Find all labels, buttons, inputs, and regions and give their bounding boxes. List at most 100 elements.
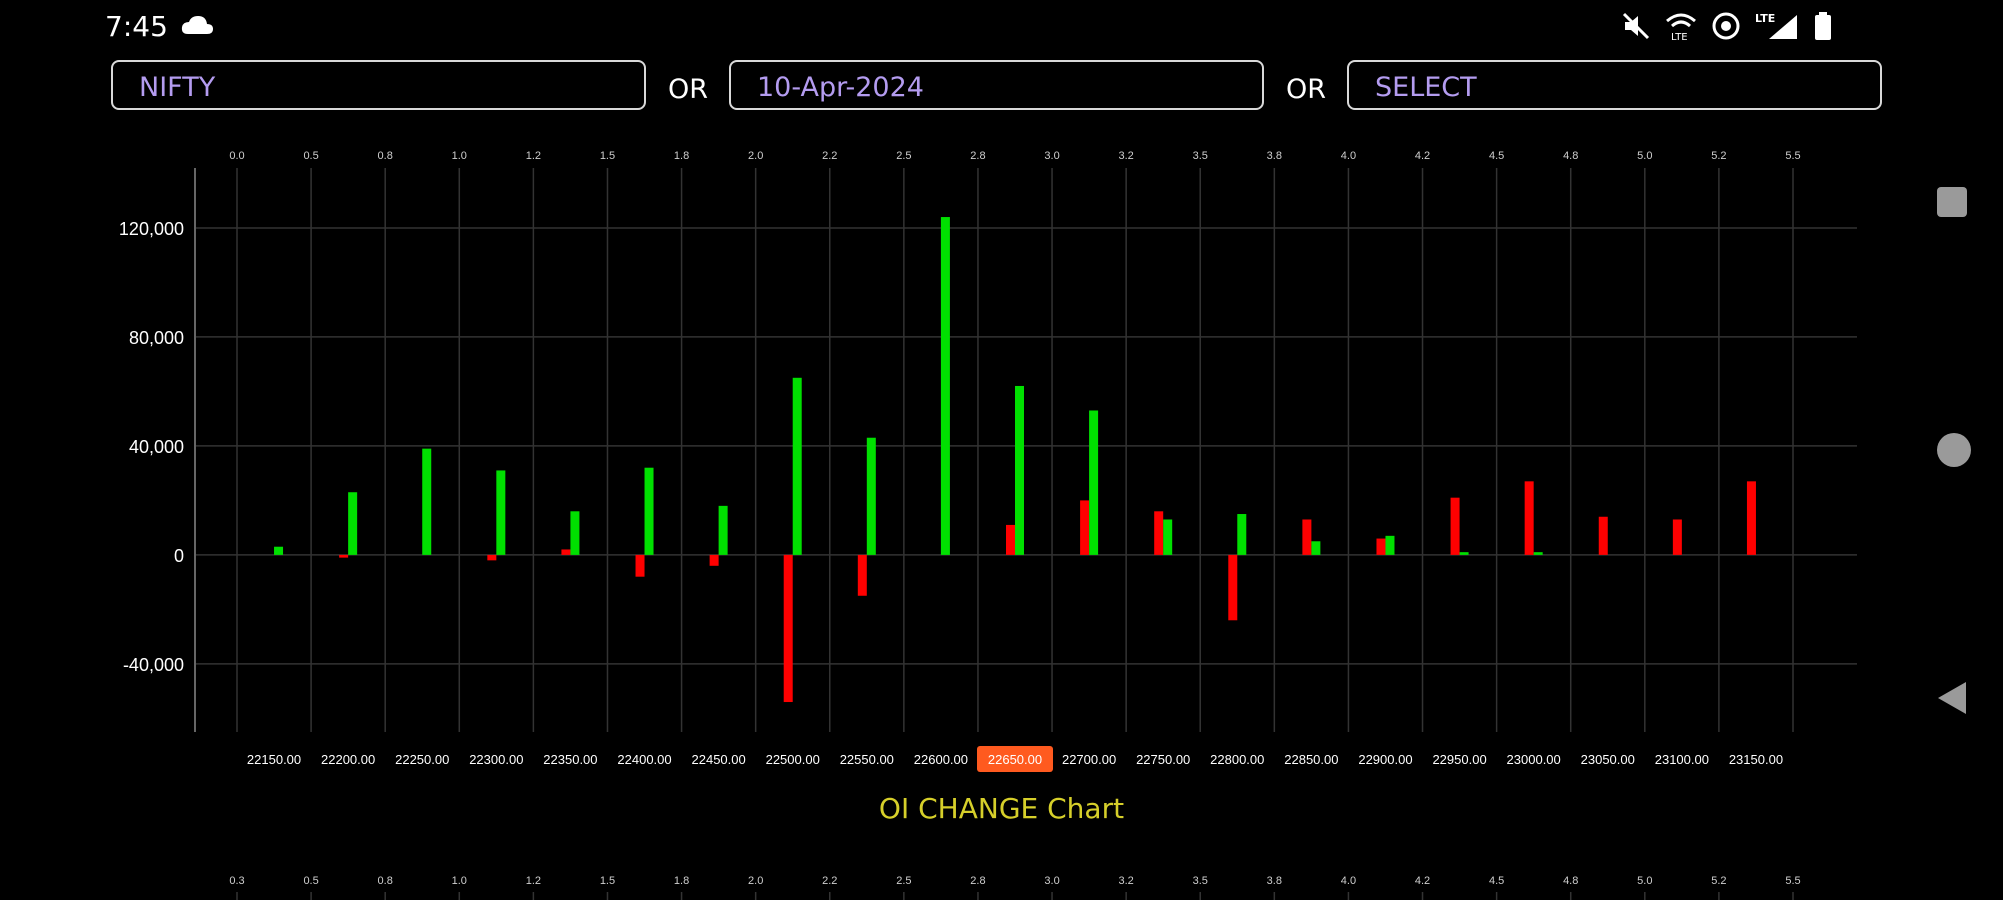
x-tick-label: 22550.00 [840, 752, 894, 767]
call-oi-bar [1385, 535, 1395, 555]
bottom-tick-label: 1.8 [674, 875, 689, 887]
call-oi-bar [422, 448, 432, 555]
top-tick-label: 4.2 [1415, 150, 1430, 162]
call-oi-bar [644, 467, 654, 555]
put-oi-bar [1450, 497, 1460, 555]
put-oi-bar [1746, 481, 1756, 555]
top-tick-label: 1.5 [600, 150, 615, 162]
x-tick-label: 22600.00 [914, 752, 968, 767]
put-oi-bar [1598, 516, 1608, 555]
put-oi-bar [709, 554, 719, 566]
call-oi-bar [792, 377, 802, 555]
bottom-tick-label: 1.0 [452, 875, 467, 887]
bottom-tick-label: 4.2 [1415, 875, 1430, 887]
x-tick-label: 22950.00 [1432, 752, 1486, 767]
x-tick-label: 22500.00 [766, 752, 820, 767]
bottom-tick-label: 1.2 [526, 875, 541, 887]
top-tick-label: 3.5 [1193, 150, 1208, 162]
top-tick-label: 2.5 [896, 150, 911, 162]
bottom-tick-label: 4.5 [1489, 875, 1504, 887]
call-oi-bar [1089, 410, 1099, 555]
top-tick-label: 4.8 [1563, 150, 1578, 162]
top-tick-label: 5.5 [1785, 150, 1800, 162]
y-tick-label: 0 [174, 546, 184, 566]
x-tick-label: 22300.00 [469, 752, 523, 767]
call-oi-bar [348, 492, 358, 555]
put-oi-bar [1006, 524, 1015, 555]
put-oi-bar [857, 554, 867, 596]
top-tick-label: 4.5 [1489, 150, 1504, 162]
home-button[interactable] [1936, 432, 1972, 468]
y-tick-label: 80,000 [129, 328, 184, 348]
x-tick-label: 22250.00 [395, 752, 449, 767]
call-oi-bar [1237, 514, 1247, 555]
put-oi-bar [1376, 538, 1386, 555]
x-tick-label: 22150.00 [247, 752, 301, 767]
chart-title: OI CHANGE Chart [878, 792, 1125, 825]
y-tick-label: -40,000 [123, 655, 184, 675]
x-tick-label: 23050.00 [1581, 752, 1635, 767]
bottom-tick-label: 2.2 [822, 875, 837, 887]
bottom-tick-label: 2.8 [970, 875, 985, 887]
put-oi-bar [1302, 519, 1312, 555]
put-oi-bar [1080, 500, 1090, 555]
bottom-tick-label: 5.0 [1637, 875, 1652, 887]
x-tick-label: 22750.00 [1136, 752, 1190, 767]
put-oi-bar [339, 554, 349, 558]
top-tick-label: 5.2 [1711, 150, 1726, 162]
bottom-tick-label: 5.5 [1785, 875, 1800, 887]
top-tick-label: 2.0 [748, 150, 763, 162]
top-tick-label: 0.5 [303, 150, 318, 162]
x-tick-label: 22350.00 [543, 752, 597, 767]
top-tick-label: 1.0 [452, 150, 467, 162]
put-oi-bar [561, 549, 571, 555]
top-tick-label: 1.2 [526, 150, 541, 162]
call-oi-bar [1163, 519, 1173, 555]
x-tick-label: 23150.00 [1729, 752, 1783, 767]
bottom-tick-label: 3.8 [1267, 875, 1282, 887]
oi-change-chart: 0.0 0.5 0.8 1.0 1.2 1.5 1.8 2.0 2.2 2.5 2.8 3.0 3.2 3… [119, 150, 1857, 900]
top-tick-label: 3.2 [1118, 150, 1133, 162]
x-tick-label: 22200.00 [321, 752, 375, 767]
put-oi-bar [1228, 554, 1238, 621]
x-tick-label: 23100.00 [1655, 752, 1709, 767]
top-tick-label: 5.0 [1637, 150, 1652, 162]
call-oi-bar [1533, 552, 1543, 555]
recents-button[interactable] [1936, 186, 1968, 218]
bottom-tick-label: 0.8 [378, 875, 393, 887]
top-tick-label: 3.0 [1044, 150, 1059, 162]
bottom-tick-label: 2.0 [748, 875, 763, 887]
bottom-tick-label: 1.5 [600, 875, 615, 887]
top-tick-label: 2.8 [970, 150, 985, 162]
put-oi-bar [1672, 519, 1682, 555]
bottom-tick-label: 5.2 [1711, 875, 1726, 887]
call-oi-bar [718, 505, 728, 555]
bottom-tick-label: 0.3 [229, 875, 244, 887]
x-tick-label: 23000.00 [1507, 752, 1561, 767]
call-oi-bar [940, 217, 950, 555]
bottom-tick-label: 2.5 [896, 875, 911, 887]
top-tick-label: 0.0 [229, 150, 244, 162]
x-tick-label: 22800.00 [1210, 752, 1264, 767]
call-oi-bar [570, 511, 580, 555]
call-oi-bar [1459, 552, 1469, 555]
y-tick-label: 40,000 [129, 437, 184, 457]
call-oi-bar [1311, 541, 1321, 555]
bottom-tick-label: 4.0 [1341, 875, 1356, 887]
put-oi-bar [1524, 481, 1534, 555]
put-oi-bar [487, 554, 497, 561]
bottom-tick-label: 3.0 [1044, 875, 1059, 887]
x-tick-label: 22850.00 [1284, 752, 1338, 767]
x-tick-label: 22400.00 [617, 752, 671, 767]
call-oi-bar [1015, 385, 1024, 555]
top-tick-label: 0.8 [378, 150, 393, 162]
top-tick-label: 2.2 [822, 150, 837, 162]
bottom-tick-label: 3.5 [1193, 875, 1208, 887]
y-tick-label: 120,000 [119, 219, 184, 239]
top-tick-label: 1.8 [674, 150, 689, 162]
put-oi-bar [783, 554, 793, 703]
x-tick-label: 22700.00 [1062, 752, 1116, 767]
back-button[interactable] [1936, 680, 1968, 716]
bottom-tick-label: 0.5 [303, 875, 318, 887]
bottom-tick-label: 4.8 [1563, 875, 1578, 887]
